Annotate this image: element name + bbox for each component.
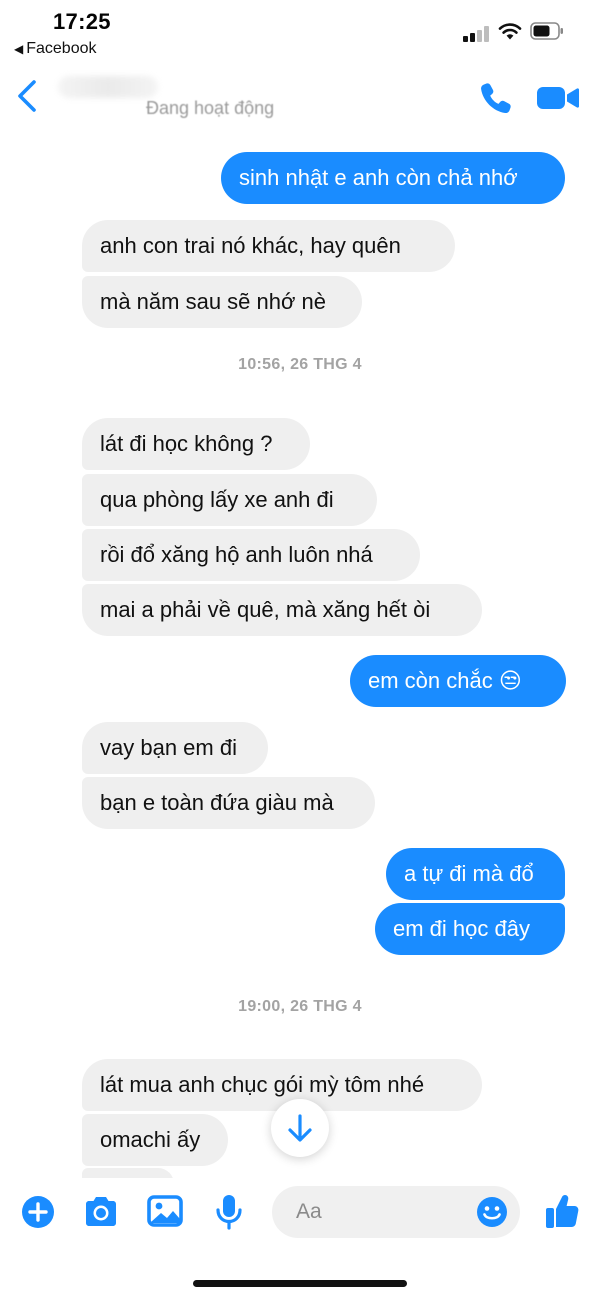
status-bar: 17:25 ◀ Facebook [0,0,600,62]
image-icon[interactable] [147,1195,183,1227]
home-indicator[interactable] [193,1280,407,1287]
message-bubble-incoming[interactable]: mai a phải về quê, mà xăng hết òi [82,584,482,636]
message-bubble-incoming[interactable]: rồi đổ xăng hộ anh luôn nhá [82,529,420,581]
message-bubble-outgoing[interactable]: sinh nhật e anh còn chả nhớ [221,152,565,204]
battery-icon [530,22,563,40]
arrow-down-icon [288,1114,312,1142]
back-triangle-icon: ◀ [14,42,24,56]
message-bubble-outgoing[interactable]: em còn chắc 😒 [350,655,566,707]
back-to-app-link[interactable]: ◀ Facebook [14,40,97,58]
message-bubble-outgoing[interactable]: em đi học đây [375,903,565,955]
message-input-placeholder: Aa [296,1200,322,1223]
message-bubble-incoming[interactable]: mà năm sau sẽ nhớ nè [82,276,362,328]
message-bubble-outgoing[interactable]: a tự đi mà đổ [386,848,565,900]
microphone-icon[interactable] [214,1193,244,1231]
camera-icon[interactable] [82,1195,120,1229]
video-camera-icon[interactable] [536,82,580,114]
timestamp: 10:56, 26 THG 4 [238,356,362,373]
conversation-header: Đang hoạt động [0,66,600,130]
message-bubble-incoming[interactable]: bạn e toàn đứa giàu mà [82,777,375,829]
message-bubble-incoming[interactable]: omachi ấy [82,1114,228,1166]
scroll-to-bottom-button[interactable] [271,1099,329,1157]
active-status: Đang hoạt động [146,98,275,118]
message-bubble-incoming[interactable]: anh con trai nó khác, hay quên [82,220,455,272]
chevron-left-icon[interactable] [14,78,42,114]
message-bubble-incoming[interactable]: vay bạn em đi [82,722,268,774]
contact-name-blurred[interactable] [58,76,158,98]
message-composer: Aa [0,1178,600,1248]
plus-circle-icon[interactable] [21,1195,55,1229]
smiley-icon[interactable] [476,1196,508,1228]
message-bubble-incoming[interactable]: qua phòng lấy xe anh đi [82,474,377,526]
message-bubble-incoming[interactable]: lát đi học không ? [82,418,310,470]
wifi-icon [498,23,522,40]
back-to-app-label: Facebook [26,40,97,57]
thumbs-up-icon[interactable] [544,1192,580,1230]
status-time: 17:25 [53,9,111,34]
timestamp: 19:00, 26 THG 4 [238,998,362,1015]
cellular-signal-icon [463,26,491,42]
phone-icon[interactable] [478,80,514,116]
message-input[interactable]: Aa [272,1186,520,1238]
